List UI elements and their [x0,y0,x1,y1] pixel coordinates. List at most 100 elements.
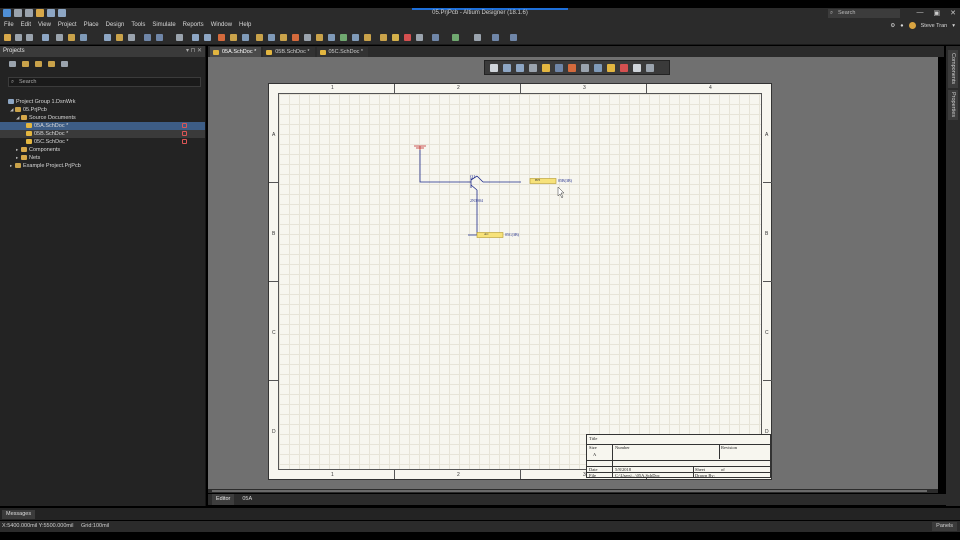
filter-icon[interactable] [416,34,423,41]
wire-icon[interactable] [242,34,249,41]
menu-view[interactable]: View [38,22,51,28]
tree-item-05-prjpcb[interactable]: ◢ 05.PrjPcb [0,106,205,114]
tree-item-source-documents[interactable]: ◢ Source Documents [0,114,205,122]
tree-item-05b-schdoc[interactable]: 05B.SchDoc * [0,130,205,138]
schematic-canvas[interactable]: 1 2 3 4 1 2 3 4 A B C D A B C D [208,57,938,489]
port-top[interactable] [529,178,557,184]
properties-panel-tab[interactable]: Properties [948,90,958,120]
menu-edit[interactable]: Edit [21,22,31,28]
place-harness-icon[interactable] [581,64,589,72]
zoom-icon[interactable] [56,34,63,41]
move-icon[interactable] [156,34,163,41]
save-doc-icon[interactable] [26,34,33,41]
move-tool-icon[interactable] [503,64,511,72]
designator-label[interactable]: Q1 [470,174,476,179]
port-cross-reference[interactable]: 05B(3B) [558,178,572,183]
component-icon[interactable] [230,34,237,41]
ground-icon[interactable] [304,34,311,41]
undo-toolbar-icon[interactable] [192,34,199,41]
menu-simulate[interactable]: Simulate [152,22,175,28]
minimize-button[interactable]: — [917,9,924,17]
menu-design[interactable]: Design [106,22,125,28]
wire-base[interactable] [419,150,467,183]
menu-help[interactable]: Help [239,22,251,28]
user-name[interactable]: Steve Tran [921,23,948,29]
align-tool-icon[interactable] [529,64,537,72]
editor-tab[interactable]: Editor [212,494,235,505]
print-icon[interactable] [42,34,49,41]
text-icon[interactable] [352,34,359,41]
avatar[interactable] [908,22,916,29]
menu-place[interactable]: Place [84,22,99,28]
tree-item-05a-schdoc[interactable]: 05A.SchDoc * [0,122,205,130]
place-wire-icon[interactable] [555,64,563,72]
tree-item-project-group[interactable]: Project Group 1.DsnWrk [0,98,205,106]
zoom-fit-icon[interactable] [68,34,75,41]
tab-05c-schdoc[interactable]: 05C.SchDoc * [316,47,369,57]
tree-item-example-project[interactable]: ▸ Example Project.PrjPcb [0,162,205,170]
project-options-icon[interactable] [48,61,55,67]
horizontal-scrollbar[interactable] [208,489,938,493]
gear-icon[interactable]: ⚙ [890,23,895,29]
global-search-input[interactable]: ⌕ Search [828,9,900,18]
place-text-icon[interactable] [633,64,641,72]
net-label-icon[interactable] [268,34,275,41]
annotate-icon[interactable] [392,34,399,41]
port-icon[interactable] [280,34,287,41]
title-block[interactable]: Title Size A Number Revision Date 5/8/20… [586,434,771,478]
browse-icon[interactable] [80,34,87,41]
compile-icon[interactable] [380,34,387,41]
filter-tool-icon[interactable] [490,64,498,72]
panels-button[interactable]: Panels [932,522,957,531]
view-config-icon[interactable] [510,34,517,41]
select-tool-icon[interactable] [516,64,524,72]
place-part-icon[interactable] [542,64,550,72]
sheet-symbol-icon[interactable] [316,34,323,41]
graphic-icon[interactable] [364,34,371,41]
open-doc-icon[interactable] [15,34,22,41]
sheet-entry-icon[interactable] [328,34,335,41]
editor-document-label[interactable]: 05A [242,494,252,505]
close-button[interactable]: ✕ [950,9,956,17]
deselect-icon[interactable] [176,34,183,41]
menu-tools[interactable]: Tools [131,22,145,28]
tree-item-nets[interactable]: ▸ Nets [0,154,205,162]
select-icon[interactable] [144,34,151,41]
menu-project[interactable]: Project [58,22,77,28]
place-arc-icon[interactable] [646,64,654,72]
menu-file[interactable]: File [4,22,14,28]
scrollbar-thumb[interactable] [212,490,927,492]
menu-window[interactable]: Window [211,22,232,28]
open-project-icon[interactable] [22,61,29,67]
error-icon[interactable] [404,34,411,41]
ground-symbol[interactable] [414,145,426,150]
power-icon[interactable] [292,34,299,41]
place-power-icon[interactable] [568,64,576,72]
directive-icon[interactable] [340,34,347,41]
add-folder-icon[interactable] [35,61,42,67]
place-port-icon[interactable] [607,64,615,72]
new-icon[interactable] [4,34,11,41]
hierarchy-icon[interactable] [218,34,225,41]
save-project-icon[interactable] [9,61,16,67]
notification-icon[interactable]: ● [900,23,903,29]
copy-icon[interactable] [116,34,123,41]
tree-item-05c-schdoc[interactable]: 05C.SchDoc * [0,138,205,146]
paste-icon[interactable] [128,34,135,41]
tree-item-components[interactable]: ▸ Components [0,146,205,154]
redo-toolbar-icon[interactable] [204,34,211,41]
panel-close-icon[interactable]: ▾ ⊓ ✕ [186,46,202,57]
bus-icon[interactable] [256,34,263,41]
port-bottom[interactable] [476,232,504,238]
layer-icon[interactable] [474,34,481,41]
messages-tab[interactable]: Messages [2,510,36,519]
part-label[interactable]: 2N3904 [470,198,483,203]
net-color-icon[interactable] [452,34,459,41]
cut-icon[interactable] [104,34,111,41]
port-cross-reference[interactable]: 05C(3B) [505,232,519,237]
place-directive-icon[interactable] [620,64,628,72]
components-panel-tab[interactable]: Components [948,50,958,88]
menu-reports[interactable]: Reports [183,22,204,28]
tab-05b-schdoc[interactable]: 05B.SchDoc * [263,47,315,57]
maximize-button[interactable]: ▣ [934,9,941,17]
